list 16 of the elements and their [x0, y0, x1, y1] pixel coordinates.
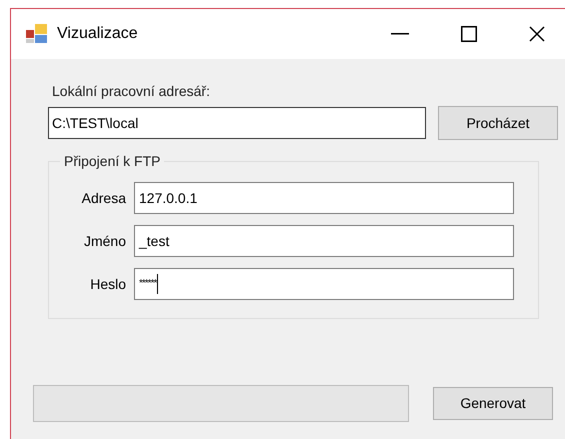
password-field[interactable]: ******: [134, 268, 514, 300]
directory-label: Lokální pracovní adresář:: [52, 82, 211, 101]
maximize-icon[interactable]: [461, 26, 477, 42]
field-label: Heslo: [89, 274, 127, 294]
minimize-icon[interactable]: [391, 33, 409, 35]
app-icon: [26, 24, 48, 44]
browse-button[interactable]: Procházet: [438, 106, 558, 140]
generate-button[interactable]: Generovat: [433, 387, 553, 420]
field-label: Jméno: [82, 232, 127, 250]
close-icon[interactable]: [529, 26, 545, 42]
window-title: Vizualizace: [57, 24, 138, 44]
text-cursor: [157, 274, 158, 294]
text-field[interactable]: 127.0.0.1: [134, 182, 514, 214]
field-label: Adresa: [80, 188, 127, 208]
text-field[interactable]: _test: [134, 225, 514, 257]
directory-field[interactable]: C:\TEST\local: [48, 107, 426, 139]
